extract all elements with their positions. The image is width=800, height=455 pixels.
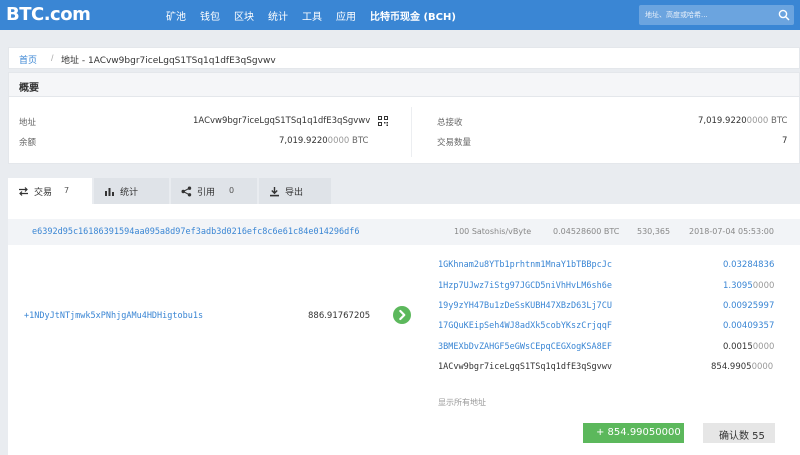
output-amount: 0.00409357	[723, 321, 774, 331]
overview-header: 概要	[9, 73, 799, 97]
nav-item-apps[interactable]: 应用	[336, 8, 356, 23]
output-amount-main: 0.00925997	[723, 301, 775, 311]
net-change-value: + 854.99050000	[596, 427, 681, 438]
transfer-icon	[19, 187, 28, 196]
output-amount-zeros: 0000	[752, 281, 775, 291]
output-address-link[interactable]: 1GKhnam2u8YTb1prhtnm1MnaY1bTBBpcJc	[438, 260, 612, 270]
output-address-link[interactable]: 19y9zYH47Bu1zDeSsKUBH47XBzD63Lj7CU	[438, 301, 612, 311]
txcount-label: 交易数量	[437, 138, 472, 148]
breadcrumb-separator: /	[51, 53, 54, 63]
block-height-link[interactable]: 530,365	[637, 227, 670, 236]
breadcrumb: 首页 / 地址 - 1ACvw9bgr7iceLgqS1TSq1q1dfE3qS…	[8, 47, 800, 69]
top-navigation-bar: BTC.com 矿池 钱包 区块 统计 工具 应用 比特币现金 (BCH)	[0, 0, 800, 30]
output-amount: 854.99050000	[711, 362, 773, 372]
input-amount: 886.91767205	[308, 311, 371, 321]
txcount-value: 7	[782, 136, 788, 146]
tab-transactions[interactable]: 交易 7	[8, 178, 92, 204]
output-amount-main: 854.9905	[711, 362, 752, 372]
search-input[interactable]	[639, 5, 779, 25]
output-address-link[interactable]: 3BMEXbDvZAHGF5eGWsCEpqCEGXogKSA8EF	[438, 342, 612, 352]
breadcrumb-current: 地址 - 1ACvw9bgr7iceLgqS1TSq1q1dfE3qSgvwv	[61, 56, 276, 66]
confirmations-value: 确认数 55	[719, 431, 765, 442]
received-main: 7,019.9220	[698, 116, 747, 126]
nav-item-bch[interactable]: 比特币现金 (BCH)	[370, 8, 456, 23]
received-label: 总接收	[437, 118, 463, 128]
qr-code-icon[interactable]	[378, 116, 388, 126]
received-unit: BTC	[771, 116, 788, 126]
nav-item-stats[interactable]: 统计	[268, 8, 288, 23]
net-change-badge: + 854.99050000	[583, 423, 684, 443]
search-icon[interactable]	[778, 9, 790, 21]
output-amount: 0.00925997	[723, 301, 774, 311]
balance-main: 7,019.9220	[279, 136, 328, 146]
bar-chart-icon	[105, 188, 114, 196]
balance-zeros: 0000	[327, 136, 350, 146]
arrow-right-icon	[393, 306, 411, 324]
input-address-link[interactable]: +1NDyJtNTjmwk5xPNhjgAMu4HDHigtobu1s	[24, 311, 203, 321]
tab-export[interactable]: 导出	[259, 178, 331, 204]
address-label: 地址	[19, 118, 37, 128]
output-amount-zeros: 0000	[751, 362, 774, 372]
tab-stats-label: 统计	[120, 188, 139, 198]
tab-transactions-label: 交易	[34, 188, 53, 198]
received-zeros: 0000	[746, 116, 769, 126]
confirmations-badge: 确认数 55	[703, 423, 775, 443]
tab-references-label: 引用	[197, 188, 216, 198]
balance-label: 余额	[19, 138, 37, 148]
output-amount-main: 0.03284836	[723, 260, 775, 270]
output-amount-main: 0.0015	[723, 342, 753, 352]
overview-card: 概要 地址 1ACvw9bgr7iceLgqS1TSq1q1dfE3qSgvwv…	[8, 72, 800, 164]
output-amount: 0.03284836	[723, 260, 774, 270]
nav-item-blocks[interactable]: 区块	[234, 8, 254, 23]
show-all-addresses-link[interactable]: 显示所有地址	[438, 397, 486, 408]
share-icon	[181, 186, 192, 197]
output-amount-main: 1.3095	[723, 281, 753, 291]
tab-stats[interactable]: 统计	[94, 178, 169, 204]
fee-amount: 0.04528600 BTC	[553, 227, 620, 236]
overview-title: 概要	[19, 83, 39, 94]
output-address-self: 1ACvw9bgr7iceLgqS1TSq1q1dfE3qSgvwv	[438, 362, 612, 372]
nav-item-tools[interactable]: 工具	[302, 8, 322, 23]
output-amount-main: 0.00409357	[723, 321, 775, 331]
tab-export-label: 导出	[285, 188, 304, 198]
nav-item-pool[interactable]: 矿池	[166, 8, 186, 23]
overview-divider	[411, 107, 412, 157]
output-amount-zeros: 0000	[752, 342, 775, 352]
search-box	[639, 5, 794, 25]
address-value: 1ACvw9bgr7iceLgqS1TSq1q1dfE3qSgvwv	[193, 116, 371, 126]
balance-unit: BTC	[352, 136, 369, 146]
download-icon	[270, 187, 279, 197]
tab-references-count: 0	[229, 186, 235, 195]
transaction-hash-link[interactable]: e6392d95c16186391594aa095a8d97ef3adb3d02…	[32, 227, 360, 237]
tab-references[interactable]: 引用 0	[171, 178, 257, 204]
balance-value: 7,019.92200000 BTC	[279, 136, 368, 146]
main-nav: 矿池 钱包 区块 统计 工具 应用 比特币现金 (BCH)	[166, 8, 470, 23]
received-value: 7,019.92200000 BTC	[698, 116, 787, 126]
output-amount: 0.00150000	[723, 342, 774, 352]
output-amount: 1.30950000	[723, 281, 774, 291]
fee-rate: 100 Satoshis/vByte	[454, 227, 532, 236]
site-logo[interactable]: BTC.com	[6, 4, 91, 25]
nav-item-wallet[interactable]: 钱包	[200, 8, 220, 23]
transaction-header: e6392d95c16186391594aa095a8d97ef3adb3d02…	[8, 219, 800, 245]
breadcrumb-home-link[interactable]: 首页	[19, 53, 37, 66]
transaction-time: 2018-07-04 05:53:00	[689, 227, 774, 236]
output-address-link[interactable]: 17GQuKEipSeh4WJ8adXk5cobYKszCrjqqF	[438, 321, 612, 331]
tab-transactions-count: 7	[64, 186, 70, 195]
output-address-link[interactable]: 1Hzp7UJwz7iStg97JGCD5niVhHvLM6sh6e	[438, 281, 612, 291]
